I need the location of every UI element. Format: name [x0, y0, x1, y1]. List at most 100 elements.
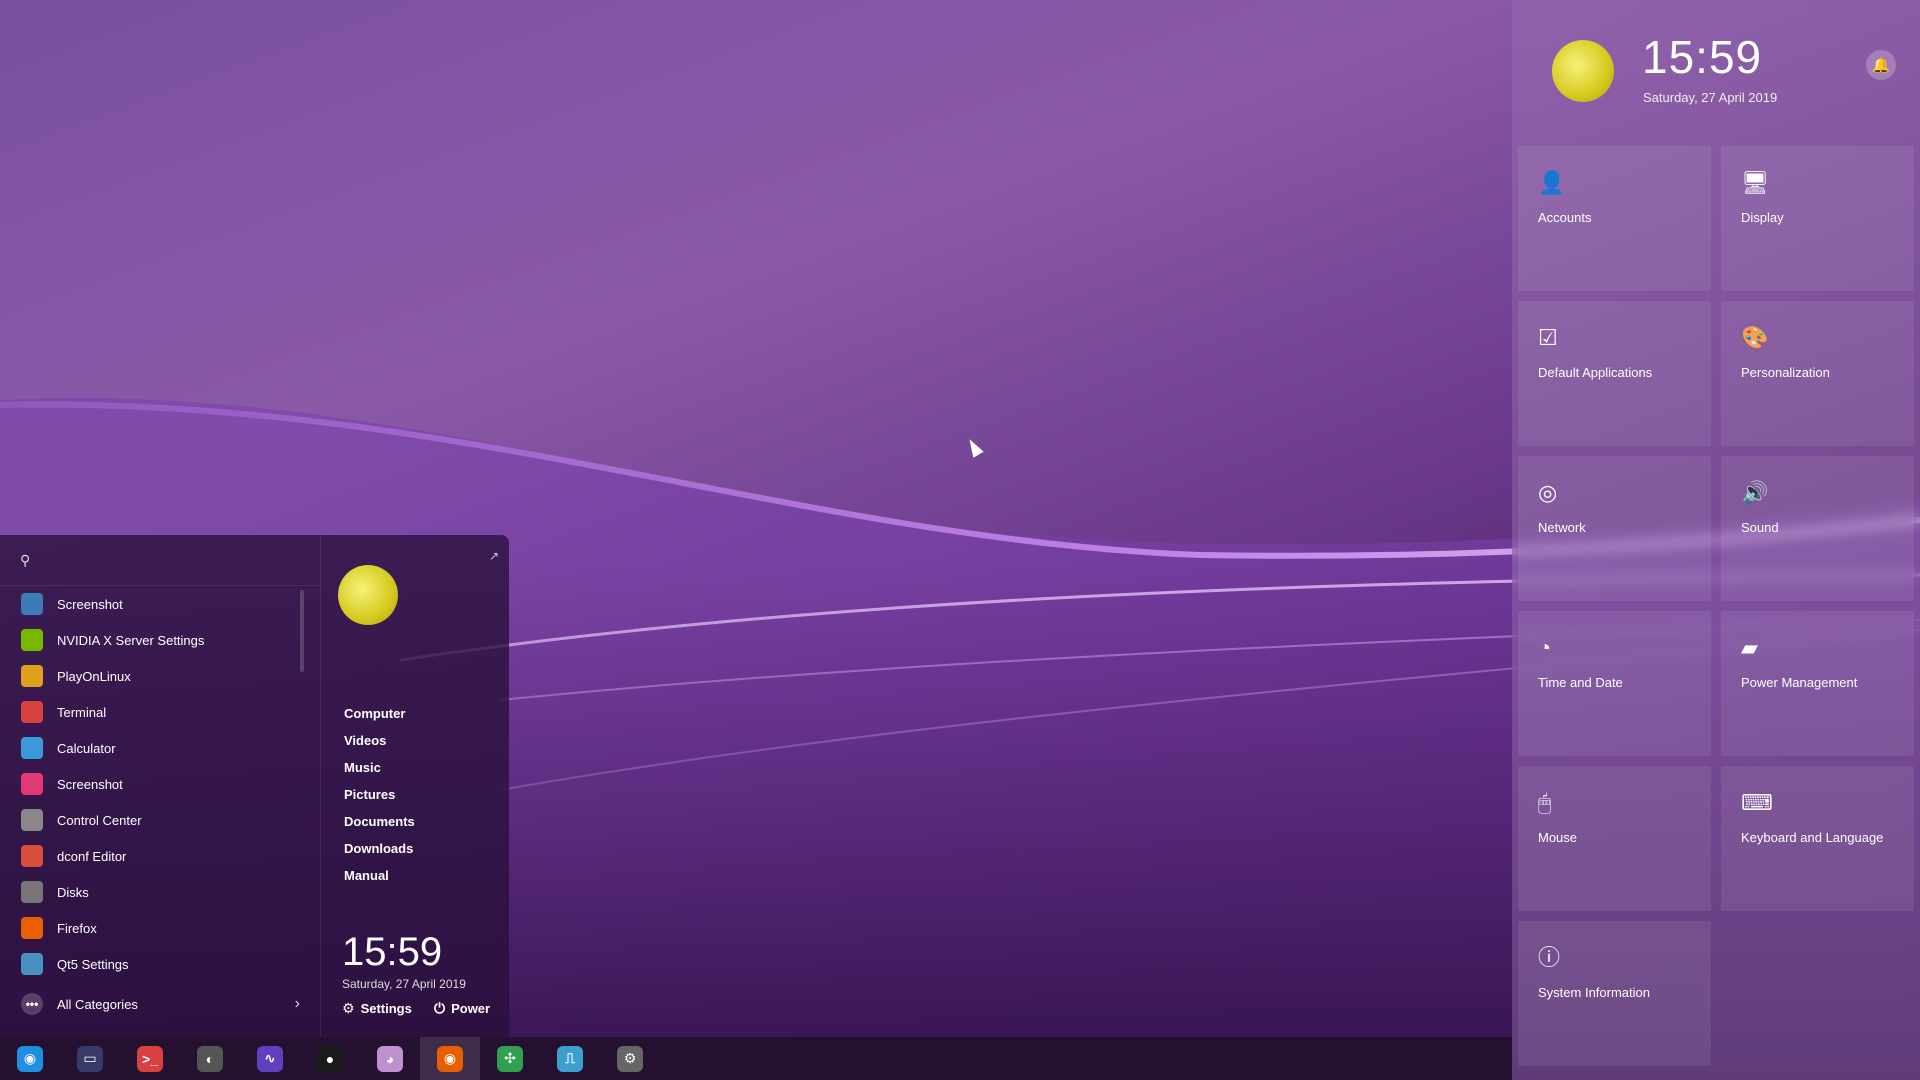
tile-label: Power Management [1741, 675, 1858, 690]
place-manual[interactable]: Manual [344, 862, 415, 889]
playonlinux-icon [21, 665, 43, 687]
app-label: Firefox [57, 920, 97, 936]
steam-icon: ◐ [197, 1045, 223, 1072]
crop-icon [21, 773, 43, 795]
app-label: Screenshot [57, 776, 123, 792]
screenshot-icon [21, 593, 43, 615]
taskbar-button[interactable]: ▭ [60, 1037, 120, 1080]
control-center-clock: 15:59 [1642, 31, 1763, 83]
nvidia-icon [21, 629, 43, 651]
tile-sound[interactable]: 🔊 Sound [1721, 456, 1914, 601]
camera-icon: ● [317, 1045, 343, 1072]
place-music[interactable]: Music [344, 754, 415, 781]
avatar[interactable] [1552, 40, 1614, 102]
power-button[interactable]: ⏻ Power [434, 1000, 490, 1017]
app-list: Screenshot NVIDIA X Server Settings PlayOn… [0, 586, 320, 982]
desktop-icon: ▭ [77, 1045, 103, 1072]
playonlinux-icon: ✣ [497, 1045, 523, 1072]
chevron-right-icon: › [294, 995, 300, 1012]
tile-system-information[interactable]: ⓘ System Information [1518, 921, 1711, 1066]
app-list-item[interactable]: Terminal [0, 694, 320, 730]
menu-date: Saturday, 27 April 2019 [342, 977, 466, 991]
app-list-item[interactable]: PlayOnLinux [0, 658, 320, 694]
start-menu: ⚲ Screenshot NVIDIA X Server Settings Play… [0, 535, 509, 1037]
app-label: Calculator [57, 740, 116, 756]
search-bar[interactable]: ⚲ [0, 535, 320, 586]
tile-accounts[interactable]: 👤 Accounts [1518, 146, 1711, 291]
keyboard-icon: ⌨ [1741, 790, 1773, 815]
dconf-icon [21, 845, 43, 867]
app-label: Screenshot [57, 596, 123, 612]
tile-network[interactable]: ◎ Network [1518, 456, 1711, 601]
terminal-icon [21, 701, 43, 723]
tile-personalization[interactable]: 🎨 Personalization [1721, 301, 1914, 446]
avatar[interactable] [338, 565, 398, 625]
place-videos[interactable]: Videos [344, 727, 415, 754]
tile-time-and-date[interactable]: ◔ Time and Date [1518, 611, 1711, 756]
taskbar-button[interactable]: ∿ [240, 1037, 300, 1080]
color-picker-icon: ◕ [377, 1045, 403, 1072]
power-icon: ⏻ [434, 1000, 446, 1016]
power-label: Power [451, 1001, 491, 1016]
taskbar-button[interactable]: ◉ [0, 1037, 60, 1080]
tile-display[interactable]: 🖥 Display [1721, 146, 1914, 291]
taskbar-button[interactable]: ◕ [360, 1037, 420, 1080]
tile-label: Mouse [1538, 830, 1578, 845]
gear-icon [21, 809, 43, 831]
tile-label: Accounts [1538, 210, 1592, 225]
default-apps-icon: ☑ [1538, 325, 1558, 350]
firefox-icon [21, 917, 43, 939]
app-label: Disks [57, 884, 89, 900]
taskbar-button[interactable]: ◉ [420, 1037, 480, 1080]
speaker-icon: 🔊 [1741, 480, 1769, 505]
app-list-item[interactable]: NVIDIA X Server Settings [0, 622, 320, 658]
tile-label: Network [1538, 520, 1586, 535]
app-list-item[interactable]: Screenshot [0, 766, 320, 802]
taskbar-button[interactable]: ⎍ [540, 1037, 600, 1080]
mouse-icon: 🖱 [1538, 790, 1552, 815]
clock-icon: ◔ [1538, 635, 1552, 660]
app-label: NVIDIA X Server Settings [57, 632, 205, 648]
taskbar-button[interactable]: ● [300, 1037, 360, 1080]
control-center-date: Saturday, 27 April 2019 [1643, 90, 1778, 105]
app-label: dconf Editor [57, 848, 127, 864]
tile-default-applications[interactable]: ☑ Default Applications [1518, 301, 1711, 446]
battery-icon: ▰ [1741, 635, 1758, 660]
app-list-item[interactable]: Control Center [0, 802, 320, 838]
info-icon: ⓘ [1538, 945, 1561, 970]
place-documents[interactable]: Documents [344, 808, 415, 835]
taskbar-button[interactable]: >_ [120, 1037, 180, 1080]
taskbar: ◉ ▭ >_ ◐ ∿ ● ◕ ◉ ✣ ⎍ ⚙ [0, 1037, 1512, 1080]
tile-mouse[interactable]: 🖱 Mouse [1518, 766, 1711, 911]
taskbar-button[interactable]: ✣ [480, 1037, 540, 1080]
app-list-item[interactable]: dconf Editor [0, 838, 320, 874]
app-list-item[interactable]: Screenshot [0, 586, 320, 622]
tile-label: Sound [1741, 520, 1779, 535]
tile-label: Display [1741, 210, 1784, 225]
tile-keyboard-and-language[interactable]: ⌨ Keyboard and Language [1721, 766, 1914, 911]
app-label: Terminal [57, 704, 107, 720]
place-downloads[interactable]: Downloads [344, 835, 415, 862]
notification-bell-icon[interactable]: 🔔 [1866, 50, 1896, 80]
app-list-item[interactable]: Firefox [0, 910, 320, 946]
menu-clock: 15:59 [342, 930, 443, 974]
app-label: Control Center [57, 812, 142, 828]
settings-label: Settings [360, 1001, 412, 1016]
settings-button[interactable]: ⚙ Settings [342, 1000, 412, 1017]
search-input[interactable] [40, 551, 295, 569]
taskbar-button[interactable]: ◐ [180, 1037, 240, 1080]
place-computer[interactable]: Computer [344, 700, 415, 727]
tile-power-management[interactable]: ▰ Power Management [1721, 611, 1914, 756]
network-icon: ◎ [1538, 480, 1558, 505]
tile-label: Keyboard and Language [1741, 830, 1884, 845]
app-list-panel: ⚲ Screenshot NVIDIA X Server Settings Play… [0, 535, 321, 1037]
taskbar-button[interactable]: ⚙ [600, 1037, 660, 1080]
user-icon: 👤 [1538, 170, 1566, 195]
app-list-item[interactable]: Qt5 Settings [0, 946, 320, 982]
expand-icon[interactable]: ↗ [489, 549, 499, 563]
place-pictures[interactable]: Pictures [344, 781, 415, 808]
app-list-scrollbar[interactable] [300, 590, 304, 672]
all-categories-button[interactable]: ••• All Categories › [21, 993, 300, 1015]
app-list-item[interactable]: Disks [0, 874, 320, 910]
app-list-item[interactable]: Calculator [0, 730, 320, 766]
